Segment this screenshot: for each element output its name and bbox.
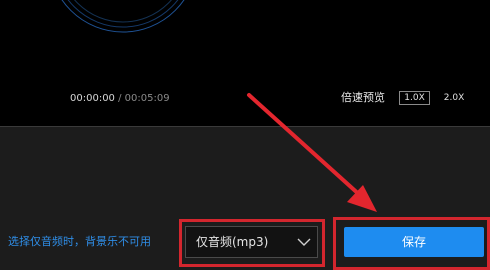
save-button[interactable]: 保存 <box>344 227 484 257</box>
current-time: 00:00:00 <box>70 93 115 104</box>
playback-time: 00:00:00 / 00:05:09 <box>70 93 170 105</box>
save-button-label: 保存 <box>401 235 426 249</box>
chevron-down-icon <box>297 238 311 246</box>
speed-option-2x[interactable]: 2.0X <box>439 91 469 105</box>
video-preview <box>0 0 490 126</box>
audio-waveform-graphic <box>61 0 185 33</box>
format-select[interactable]: 仅音频(mp3) <box>185 226 318 258</box>
format-select-value: 仅音频(mp3) <box>196 235 269 249</box>
total-duration: 00:05:09 <box>124 93 170 104</box>
time-separator: / <box>118 93 122 104</box>
speed-preview-label: 倍速预览 <box>341 91 385 104</box>
audio-only-note: 选择仅音频时，背景乐不可用 <box>8 235 151 248</box>
speed-option-1x[interactable]: 1.0X <box>399 91 430 105</box>
